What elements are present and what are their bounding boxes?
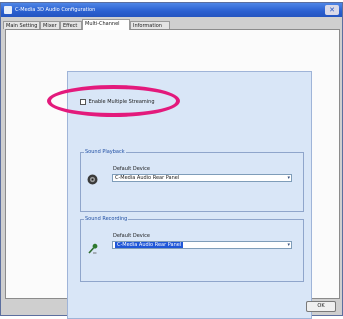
multiple-streaming-option[interactable]: Enable Multiple Streaming <box>80 99 155 106</box>
recording-device-value: C-Media Audio Rear Panel <box>115 242 184 248</box>
playback-device-select[interactable]: C-Media Audio Rear Panel ▾ <box>112 174 292 182</box>
ok-button[interactable]: OK <box>306 301 336 312</box>
multiple-streaming-checkbox[interactable] <box>80 99 86 105</box>
speaker-icon <box>87 174 98 185</box>
close-button[interactable]: ✕ <box>325 5 339 15</box>
app-icon <box>4 6 12 14</box>
chevron-down-icon[interactable]: ▾ <box>287 175 290 181</box>
tab-effect[interactable]: Effect <box>60 21 82 29</box>
sound-recording-group: Sound Recording Default Device C-Media A… <box>80 216 304 282</box>
playback-default-device-label: Default Device <box>113 166 150 172</box>
playback-device-value: C-Media Audio Rear Panel <box>115 175 180 181</box>
tab-multi-channel[interactable]: Multi-Channel <box>82 19 130 30</box>
recording-device-select[interactable]: C-Media Audio Rear Panel ▾ <box>112 241 292 249</box>
multiple-streaming-label: Enable Multiple Streaming <box>88 99 155 105</box>
sound-playback-group: Sound Playback Default Device C-Media Au… <box>80 149 304 212</box>
configuration-window: C-Media 3D Audio Configuration ✕ Main Se… <box>0 2 343 319</box>
tab-information[interactable]: Information <box>130 21 170 29</box>
tab-mixer[interactable]: Mixer <box>40 21 60 29</box>
microphone-icon <box>88 243 98 254</box>
recording-default-device-label: Default Device <box>113 233 150 239</box>
tab-panel: Enable Multiple Streaming Sound Playback… <box>5 29 340 319</box>
chevron-down-icon[interactable]: ▾ <box>287 242 290 248</box>
multichannel-panel: Enable Multiple Streaming Sound Playback… <box>47 71 312 319</box>
tab-main-setting[interactable]: Main Setting <box>3 21 40 29</box>
sound-recording-title: Sound Recording <box>84 216 129 222</box>
title-bar[interactable]: C-Media 3D Audio Configuration ✕ <box>1 3 342 17</box>
sound-playback-title: Sound Playback <box>84 149 126 155</box>
window-title: C-Media 3D Audio Configuration <box>15 7 96 13</box>
